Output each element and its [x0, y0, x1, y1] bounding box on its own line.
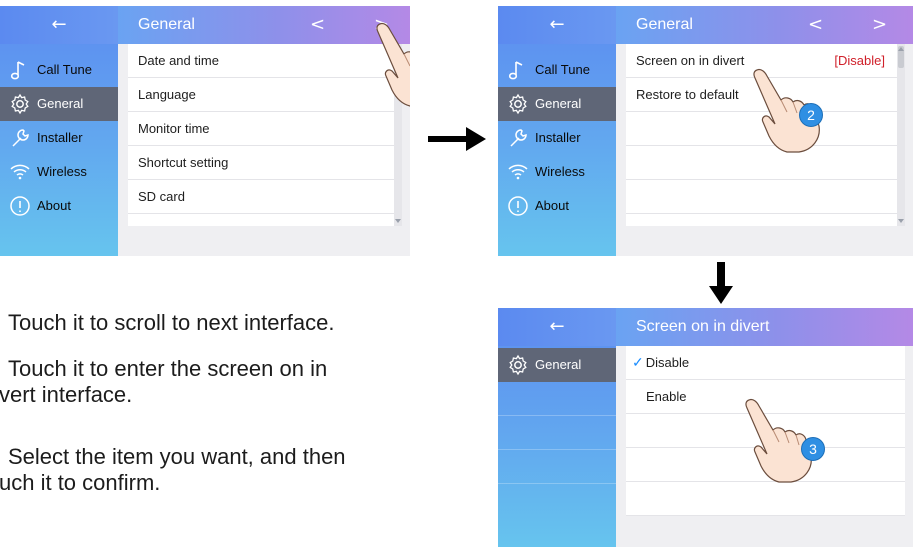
list-item-restore-default[interactable]: Restore to default [626, 78, 905, 112]
topbar: General < > [616, 6, 913, 44]
back-button[interactable]: ← [498, 6, 616, 44]
list-item-empty [626, 482, 905, 516]
list-item-monitor-time[interactable]: Monitor time [128, 112, 402, 146]
page-title: General [636, 16, 693, 33]
instruction-step-3-line2: uch it to confirm. [0, 470, 161, 495]
scroll-up-arrow[interactable] [395, 47, 401, 51]
list-item-empty [626, 448, 905, 482]
sidebar-item-label: Call Tune [37, 62, 92, 77]
sidebar-item-label: Wireless [535, 164, 585, 179]
list-item-empty [626, 414, 905, 448]
topbar: General < > [118, 6, 410, 44]
settings-list: Date and time Language Monitor time Shor… [128, 44, 402, 226]
step-badge-2: 2 [799, 103, 823, 127]
options-list: ✓ Disable Enable [626, 346, 905, 516]
list-item-empty [626, 146, 905, 180]
info-icon [10, 196, 30, 216]
sidebar-item-installer[interactable]: Installer [498, 121, 616, 155]
music-note-icon [508, 61, 523, 80]
sidebar-item-label: General [535, 96, 582, 111]
next-page-button[interactable]: > [872, 6, 887, 44]
next-page-button[interactable]: > [374, 6, 389, 44]
sidebar-item-label: Installer [535, 130, 581, 145]
sidebar-item-call-tune[interactable]: Call Tune [498, 53, 616, 87]
list-item-empty [626, 112, 905, 146]
scroll-up-arrow[interactable] [898, 47, 904, 51]
info-icon [508, 196, 528, 216]
content-area: Screen on in divert [Disable] Restore to… [616, 44, 913, 256]
prev-page-button[interactable]: < [808, 6, 823, 44]
gear-icon [509, 93, 527, 115]
sidebar-divider [498, 449, 616, 450]
settings-list: Screen on in divert [Disable] Restore to… [626, 44, 905, 226]
sidebar-item-wireless[interactable]: Wireless [0, 155, 118, 189]
back-button[interactable]: ← [498, 308, 616, 346]
screen-divert-options: ← Screen on in divert General ✓ Disable E… [498, 308, 913, 547]
sidebar-item-label: General [535, 357, 582, 372]
option-label: Disable [645, 355, 690, 370]
option-disable[interactable]: ✓ Disable [626, 346, 905, 380]
sidebar-item-label: Wireless [37, 164, 87, 179]
sidebar-item-label: About [535, 198, 569, 213]
step-badge-3: 3 [801, 437, 825, 461]
topbar: Screen on in divert [616, 308, 913, 346]
list-item-language[interactable]: Language [128, 78, 402, 112]
wifi-icon [10, 164, 30, 180]
list-item-date-time[interactable]: Date and time [128, 44, 402, 78]
sidebar-divider [498, 415, 616, 416]
gear-icon [11, 93, 29, 115]
list-item-label: Restore to default [636, 87, 739, 102]
checkmark-icon: ✓ [632, 354, 644, 370]
screen-general-page1: ← General < > Call Tune General Installe… [0, 6, 410, 256]
sidebar-item-label: About [37, 198, 71, 213]
page-title: General [138, 16, 195, 33]
content-area: ✓ Disable Enable [616, 346, 913, 547]
page-title: Screen on in divert [636, 318, 770, 335]
sidebar-item-label: Installer [37, 130, 83, 145]
scrollbar[interactable] [897, 44, 905, 226]
flow-arrow-down-icon [709, 262, 733, 304]
list-item-sd-card[interactable]: SD card [128, 180, 402, 214]
list-item-label: Screen on in divert [636, 53, 745, 68]
prev-page-button[interactable]: < [310, 6, 325, 44]
wrench-icon [510, 129, 527, 147]
sidebar-item-general[interactable]: General [498, 348, 616, 382]
screen-general-page2: ← General < > Call Tune General Installe… [498, 6, 913, 256]
scroll-down-arrow[interactable] [898, 219, 904, 223]
option-enable[interactable]: Enable [626, 380, 905, 414]
sidebar-item-about[interactable]: About [0, 189, 118, 223]
sidebar-item-about[interactable]: About [498, 189, 616, 223]
sidebar-item-installer[interactable]: Installer [0, 121, 118, 155]
sidebar-item-label: General [37, 96, 84, 111]
sidebar-item-call-tune[interactable]: Call Tune [0, 53, 118, 87]
gear-icon [509, 354, 527, 376]
flow-arrow-right-icon [428, 127, 486, 151]
music-note-icon [10, 61, 25, 80]
wifi-icon [508, 164, 528, 180]
wrench-icon [12, 129, 29, 147]
back-button[interactable]: ← [0, 6, 118, 44]
option-label: Enable [646, 389, 687, 404]
scrollbar[interactable] [394, 44, 402, 226]
scroll-down-arrow[interactable] [395, 219, 401, 223]
list-item-screen-on-in-divert[interactable]: Screen on in divert [Disable] [626, 44, 905, 78]
content-area: Date and time Language Monitor time Shor… [118, 44, 410, 256]
list-item-value: [Disable] [834, 53, 885, 68]
instruction-step-1: Touch it to scroll to next interface. [8, 310, 335, 335]
sidebar-item-general[interactable]: General [498, 87, 616, 121]
instruction-step-2-line2: vert interface. [0, 382, 133, 407]
sidebar-item-general[interactable]: General [0, 87, 118, 121]
sidebar-divider [498, 483, 616, 484]
sidebar-item-label: Call Tune [535, 62, 590, 77]
sidebar-item-wireless[interactable]: Wireless [498, 155, 616, 189]
list-item-shortcut-setting[interactable]: Shortcut setting [128, 146, 402, 180]
list-item-empty [626, 180, 905, 214]
